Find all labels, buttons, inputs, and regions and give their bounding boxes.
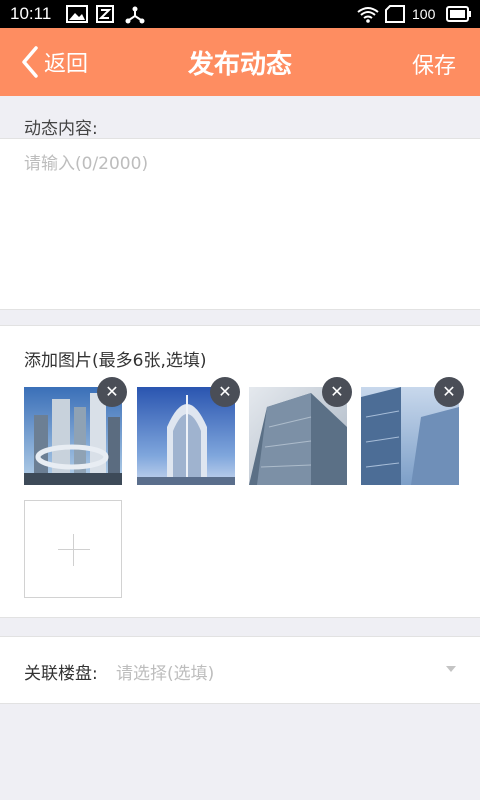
- dropdown-arrow-icon: [446, 666, 456, 672]
- plus-icon: [58, 549, 90, 550]
- remove-image-button[interactable]: ✕: [97, 377, 127, 407]
- images-title: 添加图片(最多6张,选填): [24, 351, 207, 371]
- remove-image-button[interactable]: ✕: [210, 377, 240, 407]
- plus-icon: [73, 534, 74, 566]
- content-input-area: [0, 138, 480, 310]
- remove-image-button[interactable]: ✕: [434, 377, 464, 407]
- status-bar: 10:11 100: [0, 0, 480, 28]
- app-notification-icon: [96, 5, 114, 23]
- page-title: 发布动态: [187, 50, 292, 80]
- remove-image-button[interactable]: ✕: [322, 377, 352, 407]
- content-input[interactable]: [0, 139, 480, 309]
- related-estate-placeholder: 请选择(选填): [116, 664, 215, 684]
- gallery-icon: [66, 5, 88, 23]
- app-header: 返回 发布动态 保存: [0, 28, 480, 96]
- add-image-button[interactable]: [24, 500, 122, 598]
- share-hub-icon: [125, 6, 145, 24]
- status-time: 10:11: [10, 4, 52, 23]
- battery-percentage: 100: [412, 6, 436, 22]
- content-label: 动态内容:: [24, 119, 98, 139]
- wifi-icon: [357, 7, 379, 23]
- sim-signal-icon: [385, 5, 405, 23]
- save-button[interactable]: 保存: [412, 48, 456, 80]
- battery-icon: [446, 6, 471, 22]
- related-estate-selector[interactable]: 关联楼盘: 请选择(选填): [0, 636, 480, 704]
- related-estate-label: 关联楼盘:: [24, 664, 98, 684]
- image-upload-section: 添加图片(最多6张,选填) ✕ ✕ ✕ ✕: [0, 325, 480, 618]
